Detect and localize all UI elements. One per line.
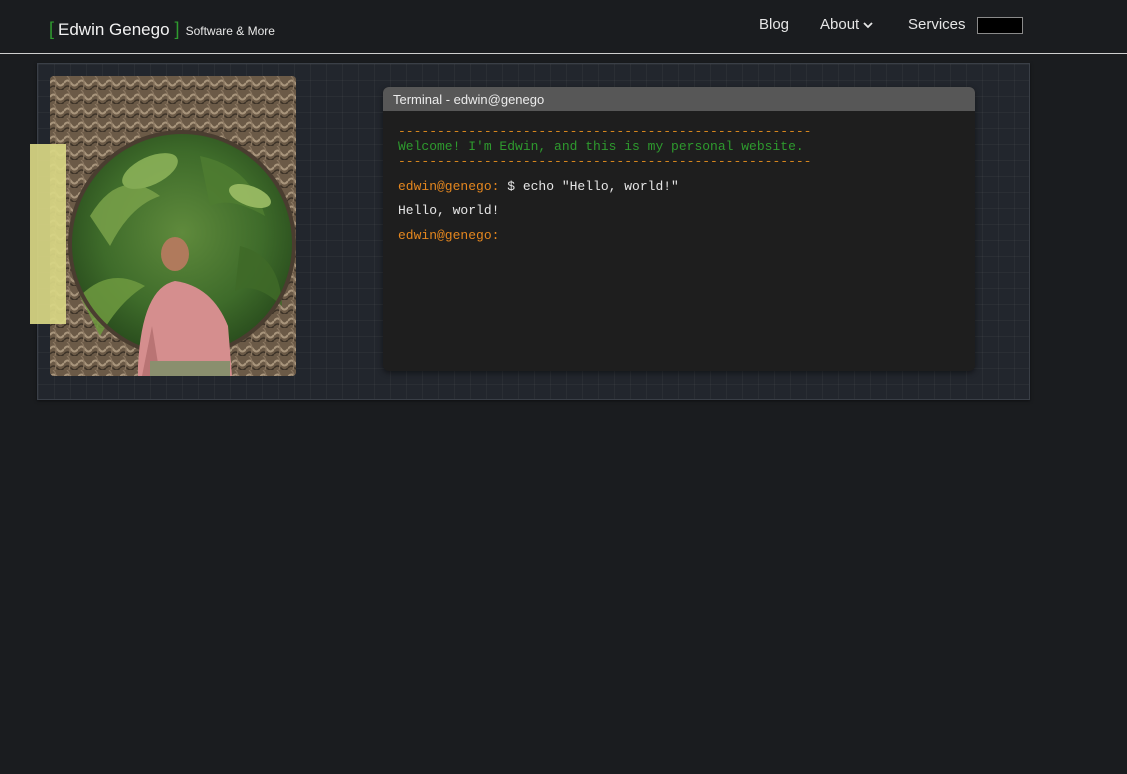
terminal-prompt-active: edwin@genego: xyxy=(398,228,500,243)
profile-photo-illustration xyxy=(50,76,296,376)
terminal-input-line[interactable]: edwin@genego: xyxy=(398,228,960,243)
nav-blog-link[interactable]: Blog xyxy=(759,16,789,33)
profile-photo xyxy=(50,76,296,376)
brand-name[interactable]: Edwin Genego xyxy=(58,20,170,40)
terminal-welcome-message: Welcome! I'm Edwin, and this is my perso… xyxy=(398,139,804,154)
site-header: [ Edwin Genego ] Software & More Blog Ab… xyxy=(0,0,1127,54)
terminal-rule-bottom: ----------------------------------------… xyxy=(398,154,812,169)
terminal-command: $ echo "Hello, world!" xyxy=(499,179,679,194)
brand-logo[interactable]: [ Edwin Genego ] Software & More xyxy=(49,19,275,40)
brand-bracket-close: ] xyxy=(174,19,180,39)
terminal-rule-top: ----------------------------------------… xyxy=(398,124,812,139)
brand-bracket-open: [ xyxy=(49,19,55,39)
terminal-prompt: edwin@genego: xyxy=(398,179,500,194)
terminal-title: Terminal - edwin@genego xyxy=(383,87,975,111)
terminal-command-line: edwin@genego: $ echo "Hello, world!" xyxy=(398,179,960,194)
chevron-down-icon xyxy=(863,22,873,29)
nav-about-dropdown[interactable]: About xyxy=(820,16,873,33)
nav-about-label: About xyxy=(820,16,860,33)
theme-toggle-box[interactable] xyxy=(977,17,1023,34)
brand-subtitle: Software & More xyxy=(185,24,275,38)
terminal-window[interactable]: Terminal - edwin@genego ----------------… xyxy=(383,87,975,371)
terminal-body[interactable]: ----------------------------------------… xyxy=(383,111,975,256)
nav-services-link[interactable]: Services xyxy=(908,16,966,33)
terminal-output: Hello, world! xyxy=(398,203,500,218)
decorative-accent-bar xyxy=(30,144,66,324)
